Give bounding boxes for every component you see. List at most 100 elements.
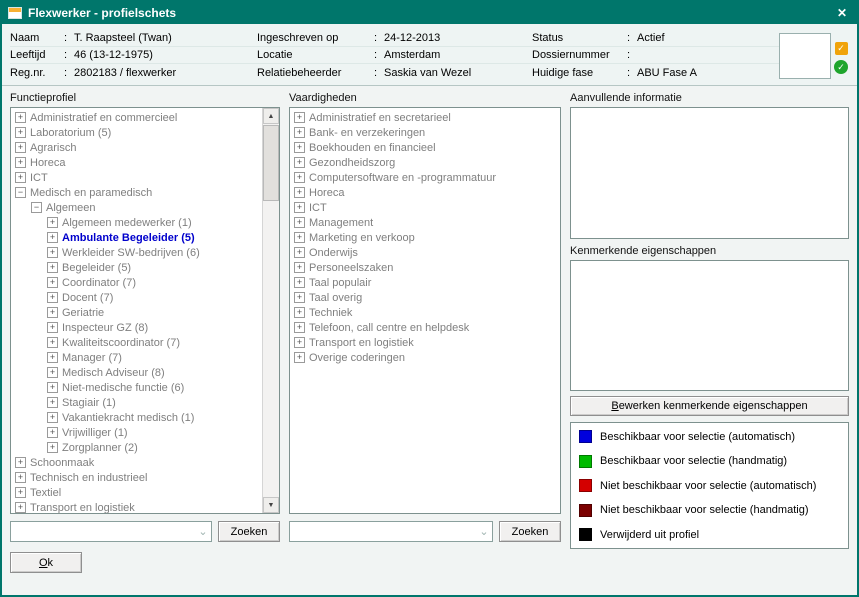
tree-item-label[interactable]: Algemeen medewerker (1)	[62, 217, 192, 229]
tree-item-label[interactable]: Administratief en secretarieel	[309, 112, 451, 124]
tree-toggle-icon[interactable]: +	[15, 112, 26, 123]
tree-item-label[interactable]: Vakantiekracht medisch (1)	[62, 412, 194, 424]
tree-item[interactable]: + Administratief en secretarieel	[290, 110, 560, 125]
tree-item-label[interactable]: Management	[309, 217, 373, 229]
tree-item[interactable]: + Bank- en verzekeringen	[290, 125, 560, 140]
tree-item-label[interactable]: Medisch en paramedisch	[30, 187, 152, 199]
tree-item[interactable]: + ICT	[11, 170, 262, 185]
tree-item[interactable]: + Horeca	[290, 185, 560, 200]
tree-item[interactable]: + Overige coderingen	[290, 350, 560, 365]
tree-toggle-icon[interactable]: +	[47, 442, 58, 453]
tree-item-label[interactable]: Telefoon, call centre en helpdesk	[309, 322, 469, 334]
titlebar[interactable]: Flexwerker - profielschets ✕	[2, 2, 857, 24]
tree-item[interactable]: + Marketing en verkoop	[290, 230, 560, 245]
tree-item[interactable]: + Transport en logistiek	[11, 500, 262, 514]
tree-item[interactable]: + ICT	[290, 200, 560, 215]
tree-item[interactable]: + Vakantiekracht medisch (1)	[11, 410, 262, 425]
tree-item[interactable]: + Computersoftware en -programmatuur	[290, 170, 560, 185]
tree-toggle-icon[interactable]: +	[47, 277, 58, 288]
tree-toggle-icon[interactable]: +	[294, 217, 305, 228]
tree-toggle-icon[interactable]: +	[47, 322, 58, 333]
bewerken-kenmerkende-eigenschappen-button[interactable]: Bewerken kenmerkende eigenschappen	[570, 396, 849, 416]
tree-toggle-icon[interactable]: +	[294, 277, 305, 288]
tree-item-label[interactable]: Werkleider SW-bedrijven (6)	[62, 247, 200, 259]
tree-toggle-icon[interactable]: +	[15, 172, 26, 183]
tree-item-label[interactable]: Medisch Adviseur (8)	[62, 367, 165, 379]
tree-item[interactable]: + Techniek	[290, 305, 560, 320]
tree-toggle-icon[interactable]: +	[15, 487, 26, 498]
tree-item-label[interactable]: Onderwijs	[309, 247, 358, 259]
tree-item-label[interactable]: Marketing en verkoop	[309, 232, 415, 244]
tree-item[interactable]: + Gezondheidszorg	[290, 155, 560, 170]
tree-item[interactable]: + Werkleider SW-bedrijven (6)	[11, 245, 262, 260]
tree-item-label[interactable]: Niet-medische functie (6)	[62, 382, 184, 394]
tree-item-label[interactable]: Horeca	[309, 187, 344, 199]
tree-toggle-icon[interactable]: +	[294, 142, 305, 153]
tree-item-label[interactable]: Technisch en industrieel	[30, 472, 147, 484]
tree-item-label[interactable]: Horeca	[30, 157, 65, 169]
tree-toggle-icon[interactable]: +	[47, 247, 58, 258]
tree-toggle-icon[interactable]: +	[294, 262, 305, 273]
tree-item[interactable]: − Medisch en paramedisch	[11, 185, 262, 200]
tree-item-label[interactable]: Algemeen	[46, 202, 96, 214]
tree-item[interactable]: + Administratief en commercieel	[11, 110, 262, 125]
tree-item-label[interactable]: Computersoftware en -programmatuur	[309, 172, 496, 184]
tree-item-label[interactable]: Overige coderingen	[309, 352, 405, 364]
tree-toggle-icon[interactable]: +	[47, 292, 58, 303]
tree-toggle-icon[interactable]: +	[47, 337, 58, 348]
tree-item-label[interactable]: Geriatrie	[62, 307, 104, 319]
tree-item-label[interactable]: Manager (7)	[62, 352, 122, 364]
tree-item[interactable]: + Onderwijs	[290, 245, 560, 260]
tree-item[interactable]: + Laboratorium (5)	[11, 125, 262, 140]
tree-item[interactable]: + Begeleider (5)	[11, 260, 262, 275]
tree-item[interactable]: + Manager (7)	[11, 350, 262, 365]
tree-toggle-icon[interactable]: +	[47, 427, 58, 438]
tree-toggle-icon[interactable]: +	[294, 202, 305, 213]
tree-item[interactable]: + Geriatrie	[11, 305, 262, 320]
functieprofiel-zoeken-button[interactable]: Zoeken	[218, 521, 280, 542]
tree-item[interactable]: + Inspecteur GZ (8)	[11, 320, 262, 335]
scroll-thumb[interactable]	[263, 125, 279, 201]
tree-item-label[interactable]: Administratief en commercieel	[30, 112, 177, 124]
tree-item-label[interactable]: Begeleider (5)	[62, 262, 131, 274]
tree-toggle-icon[interactable]: +	[294, 337, 305, 348]
tree-toggle-icon[interactable]: +	[47, 352, 58, 363]
tree-toggle-icon[interactable]: +	[294, 322, 305, 333]
tree-item-label[interactable]: Ambulante Begeleider (5)	[62, 232, 195, 244]
tree-toggle-icon[interactable]: +	[47, 382, 58, 393]
tree-item-label[interactable]: Bank- en verzekeringen	[309, 127, 425, 139]
tree-item[interactable]: + Management	[290, 215, 560, 230]
tree-item[interactable]: + Boekhouden en financieel	[290, 140, 560, 155]
tree-item[interactable]: + Telefoon, call centre en helpdesk	[290, 320, 560, 335]
tree-item-label[interactable]: Zorgplanner (2)	[62, 442, 138, 454]
functieprofiel-search-combo[interactable]: ⌄	[10, 521, 212, 542]
tree-toggle-icon[interactable]: +	[47, 217, 58, 228]
tree-item[interactable]: + Taal populair	[290, 275, 560, 290]
tree-item-label[interactable]: Taal populair	[309, 277, 371, 289]
tree-toggle-icon[interactable]: +	[15, 157, 26, 168]
tree-toggle-icon[interactable]: +	[294, 187, 305, 198]
tree-item-label[interactable]: Vrijwilliger (1)	[62, 427, 128, 439]
tree-item-label[interactable]: Transport en logistiek	[30, 502, 135, 514]
tree-item[interactable]: + Technisch en industrieel	[11, 470, 262, 485]
tree-toggle-icon[interactable]: +	[294, 352, 305, 363]
tree-item-label[interactable]: Gezondheidszorg	[309, 157, 395, 169]
vaardigheden-zoeken-button[interactable]: Zoeken	[499, 521, 561, 542]
tree-item-label[interactable]: Boekhouden en financieel	[309, 142, 436, 154]
tree-toggle-icon[interactable]: +	[15, 457, 26, 468]
tree-item-label[interactable]: Agrarisch	[30, 142, 76, 154]
tree-toggle-icon[interactable]: +	[47, 307, 58, 318]
vaardigheden-search-combo[interactable]: ⌄	[289, 521, 493, 542]
tree-item[interactable]: + Docent (7)	[11, 290, 262, 305]
tree-toggle-icon[interactable]: +	[15, 502, 26, 513]
scroll-up-button[interactable]: ▲	[263, 108, 279, 124]
vaardigheden-search-input[interactable]	[290, 522, 476, 541]
tree-toggle-icon[interactable]: +	[47, 367, 58, 378]
tree-toggle-icon[interactable]: +	[47, 397, 58, 408]
tree-item[interactable]: + Algemeen medewerker (1)	[11, 215, 262, 230]
tree-toggle-icon[interactable]: +	[15, 142, 26, 153]
tree-toggle-icon[interactable]: +	[294, 307, 305, 318]
tree-item[interactable]: − Algemeen	[11, 200, 262, 215]
tree-item-label[interactable]: Personeelszaken	[309, 262, 393, 274]
tree-toggle-icon[interactable]: +	[15, 472, 26, 483]
